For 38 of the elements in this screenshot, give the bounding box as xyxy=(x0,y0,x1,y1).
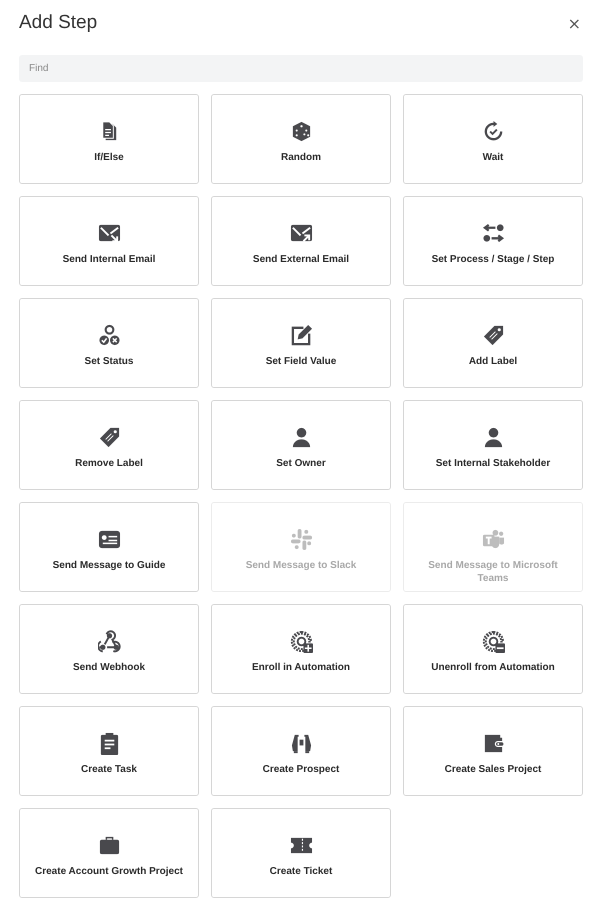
step-card[interactable]: Send Message to Guide xyxy=(19,502,199,592)
dialog-title: Add Step xyxy=(19,12,98,34)
briefcase-icon xyxy=(98,834,120,857)
swap-arrows-icon xyxy=(482,222,504,245)
status-circles-icon xyxy=(98,324,120,347)
step-card[interactable]: Send Webhook xyxy=(19,604,199,694)
step-card[interactable]: Send External Email xyxy=(211,196,391,286)
webhook-icon xyxy=(98,630,120,653)
hashtag-icon xyxy=(290,528,312,551)
step-card[interactable]: Random xyxy=(211,94,391,184)
binoculars-icon xyxy=(290,732,312,755)
step-card[interactable]: If/Else xyxy=(19,94,199,184)
tag-icon xyxy=(482,324,504,347)
edit-icon xyxy=(290,324,312,347)
step-card[interactable]: Set Internal Stakeholder xyxy=(403,400,583,490)
step-card[interactable]: Set Status xyxy=(19,298,199,388)
step-card[interactable]: Wait xyxy=(403,94,583,184)
step-card[interactable]: Unenroll from Automation xyxy=(403,604,583,694)
step-card[interactable]: Create Prospect xyxy=(211,706,391,796)
step-card[interactable]: Remove Label xyxy=(19,400,199,490)
step-card[interactable]: Create Ticket xyxy=(211,808,391,898)
tag-icon xyxy=(98,426,120,449)
step-card[interactable]: Set Owner xyxy=(211,400,391,490)
step-card[interactable]: Set Field Value xyxy=(211,298,391,388)
id-card-icon xyxy=(98,528,120,551)
team-icon xyxy=(482,528,504,551)
gear-plus-icon xyxy=(290,630,312,653)
step-card[interactable]: Send Internal Email xyxy=(19,196,199,286)
step-card[interactable]: Create Task xyxy=(19,706,199,796)
refresh-check-icon xyxy=(482,120,504,143)
gear-minus-icon xyxy=(482,630,504,653)
close-button[interactable]: × xyxy=(566,14,583,32)
step-card[interactable]: Create Sales Project xyxy=(403,706,583,796)
step-card[interactable]: Add Label xyxy=(403,298,583,388)
step-card[interactable]: Create Account Growth Project xyxy=(19,808,199,898)
step-card[interactable]: Set Process / Stage / Step xyxy=(403,196,583,286)
step-card[interactable]: Enroll in Automation xyxy=(211,604,391,694)
search-field[interactable]: Find xyxy=(19,55,583,82)
